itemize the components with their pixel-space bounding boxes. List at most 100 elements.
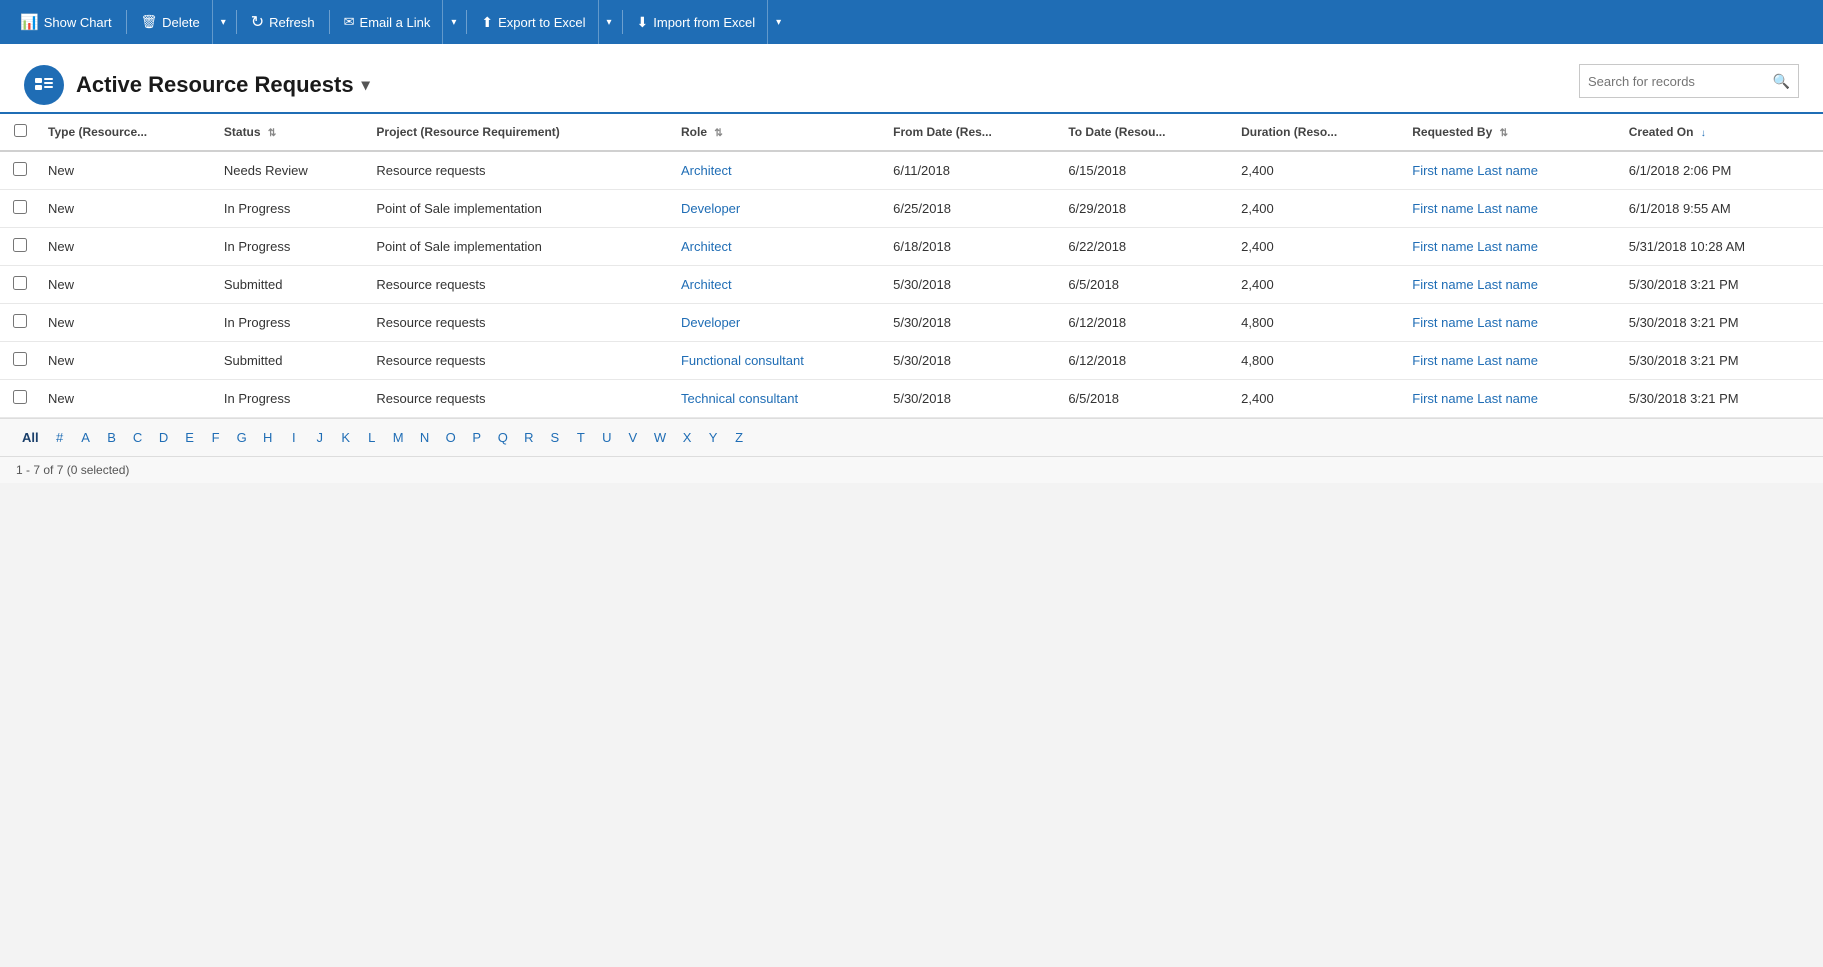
cell-duration: 2,400 bbox=[1233, 151, 1404, 190]
alpha-nav-item-#[interactable]: # bbox=[49, 427, 71, 448]
col-to-date[interactable]: To Date (Resou... bbox=[1060, 114, 1233, 151]
export-excel-button[interactable]: ⬆ Export to Excel bbox=[469, 0, 597, 44]
show-chart-button[interactable]: 📊 Show Chart bbox=[8, 0, 124, 44]
alpha-nav-item-g[interactable]: G bbox=[231, 427, 253, 448]
cell-role[interactable]: Architect bbox=[673, 228, 885, 266]
alpha-nav-item-n[interactable]: N bbox=[414, 427, 436, 448]
row-checkbox-cell bbox=[0, 304, 40, 342]
cell-status: In Progress bbox=[216, 190, 369, 228]
cell-role[interactable]: Architect bbox=[673, 266, 885, 304]
select-all-header[interactable] bbox=[0, 114, 40, 151]
alpha-nav-item-v[interactable]: V bbox=[622, 427, 644, 448]
alpha-nav-item-f[interactable]: F bbox=[205, 427, 227, 448]
cell-from-date: 6/11/2018 bbox=[885, 151, 1060, 190]
cell-requested-by[interactable]: First name Last name bbox=[1404, 342, 1620, 380]
search-box[interactable]: 🔍 bbox=[1579, 64, 1799, 98]
cell-type: New bbox=[40, 151, 216, 190]
cell-requested-by[interactable]: First name Last name bbox=[1404, 266, 1620, 304]
cell-type: New bbox=[40, 304, 216, 342]
alpha-nav-item-k[interactable]: K bbox=[335, 427, 357, 448]
col-role[interactable]: Role ⇅ bbox=[673, 114, 885, 151]
delete-button[interactable]: 🗑 Delete bbox=[129, 0, 212, 44]
row-checkbox[interactable] bbox=[13, 200, 27, 214]
cell-role[interactable]: Architect bbox=[673, 151, 885, 190]
cell-role[interactable]: Functional consultant bbox=[673, 342, 885, 380]
alpha-nav-item-x[interactable]: X bbox=[676, 427, 698, 448]
cell-to-date: 6/5/2018 bbox=[1060, 266, 1233, 304]
cell-role[interactable]: Developer bbox=[673, 190, 885, 228]
import-excel-button[interactable]: ⬇ Import from Excel bbox=[625, 0, 768, 44]
alpha-nav-item-s[interactable]: S bbox=[544, 427, 566, 448]
cell-role[interactable]: Developer bbox=[673, 304, 885, 342]
row-checkbox[interactable] bbox=[13, 314, 27, 328]
records-table: Type (Resource... Status ⇅ Project (Reso… bbox=[0, 114, 1823, 418]
alpha-nav-item-b[interactable]: B bbox=[101, 427, 123, 448]
alpha-nav-item-d[interactable]: D bbox=[153, 427, 175, 448]
cell-project: Resource requests bbox=[368, 304, 673, 342]
col-duration[interactable]: Duration (Reso... bbox=[1233, 114, 1404, 151]
cell-requested-by[interactable]: First name Last name bbox=[1404, 228, 1620, 266]
col-status[interactable]: Status ⇅ bbox=[216, 114, 369, 151]
import-excel-icon: ⬇ bbox=[637, 14, 649, 31]
refresh-icon: ↻ bbox=[251, 12, 264, 32]
cell-requested-by[interactable]: First name Last name bbox=[1404, 380, 1620, 418]
role-sort-icon: ⇅ bbox=[714, 128, 722, 139]
email-dropdown-arrow[interactable]: ▾ bbox=[442, 0, 464, 44]
chart-icon: 📊 bbox=[20, 13, 39, 31]
search-icon[interactable]: 🔍 bbox=[1773, 73, 1790, 90]
alpha-nav-item-l[interactable]: L bbox=[361, 427, 383, 448]
alpha-nav-item-all[interactable]: All bbox=[16, 427, 45, 448]
col-project[interactable]: Project (Resource Requirement) bbox=[368, 114, 673, 151]
alpha-nav-item-u[interactable]: U bbox=[596, 427, 618, 448]
title-dropdown-arrow[interactable]: ▾ bbox=[362, 75, 370, 95]
col-requested-by[interactable]: Requested By ⇅ bbox=[1404, 114, 1620, 151]
alpha-nav-item-y[interactable]: Y bbox=[702, 427, 724, 448]
alpha-nav-item-a[interactable]: A bbox=[75, 427, 97, 448]
alpha-nav-item-w[interactable]: W bbox=[648, 427, 672, 448]
import-dropdown-arrow[interactable]: ▾ bbox=[767, 0, 789, 44]
search-input[interactable] bbox=[1588, 74, 1773, 89]
record-count: 1 - 7 of 7 (0 selected) bbox=[16, 463, 129, 477]
refresh-button[interactable]: ↻ Refresh bbox=[239, 0, 327, 44]
row-checkbox-cell bbox=[0, 342, 40, 380]
col-type[interactable]: Type (Resource... bbox=[40, 114, 216, 151]
row-checkbox[interactable] bbox=[13, 238, 27, 252]
cell-status: Submitted bbox=[216, 342, 369, 380]
alpha-nav-item-r[interactable]: R bbox=[518, 427, 540, 448]
row-checkbox-cell bbox=[0, 228, 40, 266]
alpha-nav-item-h[interactable]: H bbox=[257, 427, 279, 448]
alpha-nav-item-j[interactable]: J bbox=[309, 427, 331, 448]
alpha-nav-item-m[interactable]: M bbox=[387, 427, 410, 448]
cell-status: In Progress bbox=[216, 228, 369, 266]
cell-from-date: 5/30/2018 bbox=[885, 304, 1060, 342]
export-dropdown-arrow[interactable]: ▾ bbox=[598, 0, 620, 44]
cell-role[interactable]: Technical consultant bbox=[673, 380, 885, 418]
alpha-nav-item-q[interactable]: Q bbox=[492, 427, 514, 448]
delete-dropdown-arrow[interactable]: ▾ bbox=[212, 0, 234, 44]
row-checkbox[interactable] bbox=[13, 162, 27, 176]
row-checkbox[interactable] bbox=[13, 276, 27, 290]
row-checkbox[interactable] bbox=[13, 352, 27, 366]
alpha-nav-item-p[interactable]: P bbox=[466, 427, 488, 448]
alpha-nav-item-t[interactable]: T bbox=[570, 427, 592, 448]
col-created-on[interactable]: Created On ↓ bbox=[1621, 114, 1823, 151]
alpha-nav-item-z[interactable]: Z bbox=[728, 427, 750, 448]
select-all-checkbox[interactable] bbox=[14, 124, 27, 137]
email-link-button[interactable]: ✉ Email a Link bbox=[332, 0, 443, 44]
cell-to-date: 6/12/2018 bbox=[1060, 304, 1233, 342]
alpha-nav-item-c[interactable]: C bbox=[127, 427, 149, 448]
cell-project: Resource requests bbox=[368, 380, 673, 418]
alpha-nav-item-e[interactable]: E bbox=[179, 427, 201, 448]
cell-type: New bbox=[40, 190, 216, 228]
col-from-date[interactable]: From Date (Res... bbox=[885, 114, 1060, 151]
alpha-nav-item-o[interactable]: O bbox=[440, 427, 462, 448]
cell-from-date: 5/30/2018 bbox=[885, 380, 1060, 418]
alpha-nav-item-i[interactable]: I bbox=[283, 427, 305, 448]
import-excel-label: Import from Excel bbox=[653, 15, 755, 30]
row-checkbox[interactable] bbox=[13, 390, 27, 404]
cell-requested-by[interactable]: First name Last name bbox=[1404, 151, 1620, 190]
cell-requested-by[interactable]: First name Last name bbox=[1404, 304, 1620, 342]
cell-duration: 2,400 bbox=[1233, 228, 1404, 266]
cell-type: New bbox=[40, 228, 216, 266]
cell-requested-by[interactable]: First name Last name bbox=[1404, 190, 1620, 228]
